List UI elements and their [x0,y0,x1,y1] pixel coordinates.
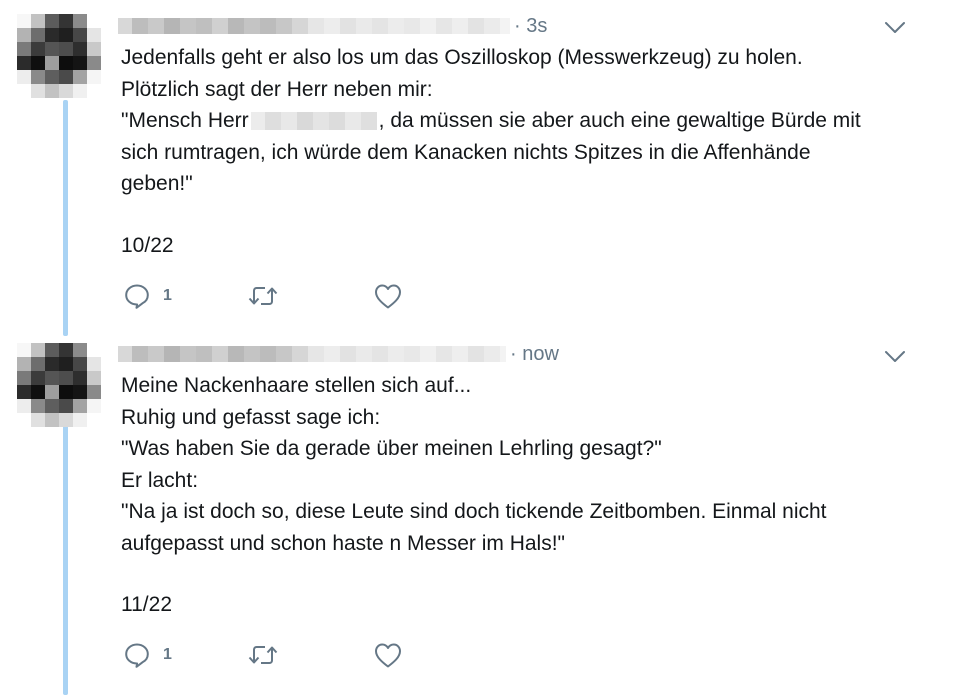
text-line: geben!" [121,172,193,195]
reply-button[interactable]: 1 [123,281,172,311]
retweet-button[interactable] [247,640,279,670]
text-line: Er lacht: [121,468,199,492]
thread-counter: 10/22 [121,234,174,257]
text-line: Plötzlich sagt der Herr neben mir: [121,77,433,101]
reply-icon [125,284,149,309]
thread-counter: 11/22 [121,593,172,616]
text-line: "Mensch Herr , da müssen sie aber auch ei… [121,105,921,137]
text-segment: , da müssen sie aber auch eine gewaltige… [378,109,861,132]
author-name-redacted[interactable] [118,346,506,362]
author-name-redacted[interactable] [118,18,510,34]
chevron-down-icon[interactable] [884,21,906,35]
text-segment: "Mensch Herr [121,109,249,132]
tweet-header: · now [118,343,559,365]
like-button[interactable] [373,640,403,670]
tweet-header: · 3s [118,15,547,37]
text-line: Ruhig und gefasst sage ich: [121,405,381,429]
tweet[interactable]: · 3s Jedenfalls geht er also los um das … [0,0,960,340]
like-icon [375,284,401,309]
tweet[interactable]: · now Meine Nackenhaare stellen sich auf… [0,340,960,695]
retweet-icon [248,646,278,664]
text-line: aufgepasst und schon haste n Messer im H… [121,531,566,555]
text-line: "Na ja ist doch so, diese Leute sind doc… [121,500,827,523]
text-line: "Was haben Sie da gerade über meinen Leh… [121,437,662,460]
avatar[interactable] [17,14,101,98]
timestamp[interactable]: · 3s [514,15,547,38]
text-line: Jedenfalls geht er also los um das Oszil… [121,46,803,69]
retweet-button[interactable] [247,281,279,311]
text-line: Meine Nackenhaare stellen sich auf... [121,374,472,397]
like-icon [375,643,401,668]
reply-icon [125,643,149,668]
text-line: sich rumtragen, ich würde dem Kanacken n… [121,140,811,164]
tweet-text: Meine Nackenhaare stellen sich auf... Ru… [121,370,921,559]
chevron-down-icon[interactable] [884,350,906,364]
reply-count: 1 [163,646,172,663]
reply-count: 1 [163,287,172,304]
like-button[interactable] [373,281,403,311]
reply-button[interactable]: 1 [123,640,172,670]
tweet-text: Jedenfalls geht er also los um das Oszil… [121,42,921,200]
retweet-icon [248,287,278,305]
avatar[interactable] [17,343,101,427]
timestamp[interactable]: · now [510,343,559,366]
redacted-name [250,112,377,131]
